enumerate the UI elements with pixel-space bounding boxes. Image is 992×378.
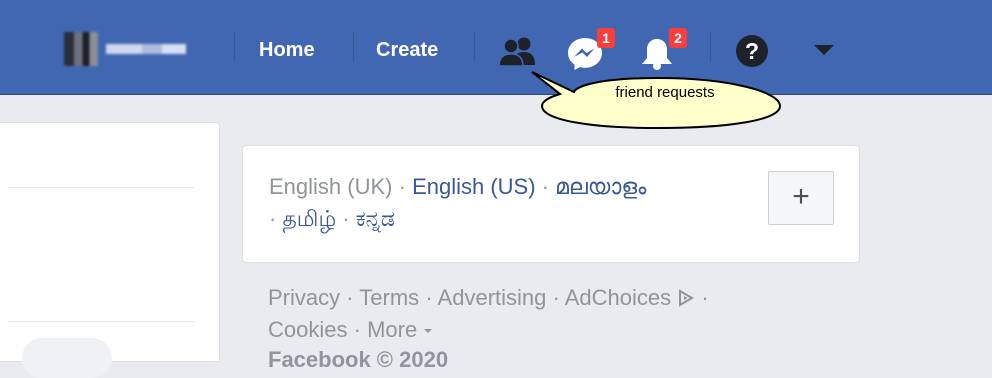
- panel-divider: [8, 321, 194, 322]
- footer-link-privacy[interactable]: Privacy: [268, 285, 340, 310]
- panel-pill-button[interactable]: [22, 338, 112, 378]
- adchoices-icon: [679, 289, 695, 307]
- footer-separator: ·: [552, 285, 560, 310]
- footer-links: Privacy · Terms · Advertising · AdChoice…: [268, 282, 848, 346]
- language-card: English (UK) · English (US) · മലയാളം · த…: [242, 145, 860, 263]
- language-english-uk[interactable]: English (UK): [269, 174, 392, 199]
- footer-separator: ·: [425, 285, 433, 310]
- messenger-badge: 1: [597, 28, 615, 48]
- dropdown-arrow-icon[interactable]: [813, 44, 835, 56]
- footer-separator: ·: [701, 285, 709, 310]
- language-row-2: · தமிழ் · ಕನ್ನಡ: [269, 204, 395, 234]
- footer-link-cookies[interactable]: Cookies: [268, 317, 347, 342]
- svg-text:?: ?: [745, 38, 759, 64]
- language-malayalam[interactable]: മലയാളം: [555, 174, 646, 199]
- language-english-us[interactable]: English (US): [412, 174, 535, 199]
- home-link[interactable]: Home: [259, 37, 315, 63]
- caret-down-icon: [424, 329, 433, 333]
- profile-link[interactable]: [64, 30, 186, 68]
- language-separator: ·: [398, 174, 406, 199]
- footer-link-more[interactable]: More: [367, 317, 433, 342]
- nav-divider: [234, 32, 235, 62]
- footer-link-terms[interactable]: Terms: [359, 285, 419, 310]
- top-navigation-bar: Home Create 1 2 ?: [0, 0, 992, 95]
- create-link[interactable]: Create: [376, 37, 438, 63]
- add-language-button[interactable]: +: [768, 171, 834, 225]
- profile-name[interactable]: [106, 44, 186, 54]
- footer-link-adchoices-label: AdChoices: [564, 285, 672, 310]
- copyright-text: Facebook © 2020: [268, 347, 449, 372]
- notifications-badge: 2: [669, 28, 687, 48]
- footer-link-adchoices[interactable]: AdChoices: [565, 285, 702, 310]
- language-separator: ·: [541, 174, 549, 199]
- left-content-panel: [0, 122, 220, 378]
- footer-link-more-label: More: [367, 317, 418, 342]
- language-separator: ·: [342, 206, 350, 231]
- nav-divider: [353, 32, 354, 62]
- language-tamil[interactable]: தமிழ்: [282, 206, 336, 231]
- friends-icon[interactable]: [498, 35, 538, 67]
- language-kannada[interactable]: ಕನ್ನಡ: [356, 206, 395, 231]
- language-separator: ·: [269, 206, 277, 231]
- footer-link-advertising[interactable]: Advertising: [438, 285, 547, 310]
- help-icon[interactable]: ?: [735, 34, 769, 68]
- language-row-1: English (UK) · English (US) · മലയാളം: [269, 172, 646, 202]
- footer-separator: ·: [346, 285, 354, 310]
- panel-divider: [8, 187, 194, 188]
- footer-separator: ·: [353, 317, 361, 342]
- nav-divider: [474, 32, 475, 62]
- nav-divider: [710, 32, 711, 62]
- avatar[interactable]: [64, 32, 98, 66]
- callout-text: friend requests: [615, 84, 715, 101]
